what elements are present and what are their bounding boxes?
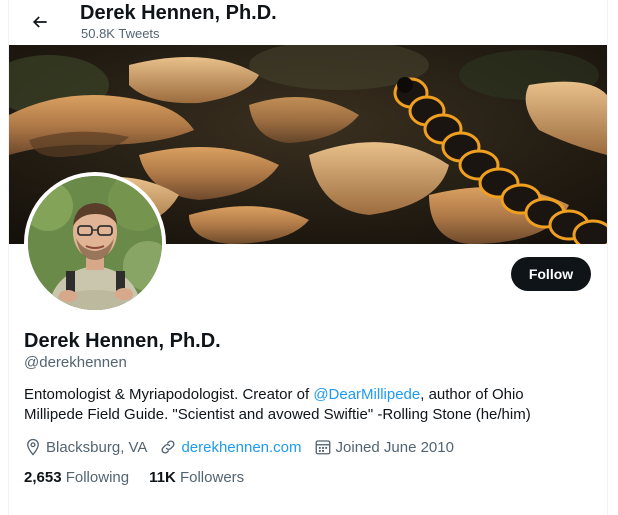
profile-header-bar: Derek Hennen, Ph.D. 50.8K Tweets [8,0,608,44]
avatar[interactable] [24,172,166,314]
profile-bio: Entomologist & Myriapodologist. Creator … [24,385,584,425]
followers-count: 11K [149,469,176,486]
header-title: Derek Hennen, Ph.D. [80,2,277,24]
website-link[interactable]: derekhennen.com [181,439,301,456]
profile-meta: Blacksburg, VA derekhennen.com Joined Ju… [24,437,466,457]
location-pin-icon [27,438,39,456]
website[interactable]: derekhennen.com [159,438,302,456]
bio-text: Entomologist & Myriapodologist. Creator … [24,386,314,403]
following-count: 2,653 [24,469,62,486]
link-icon [161,440,175,454]
following-link[interactable]: 2,653 Following [24,469,129,486]
arrow-left-icon [32,16,47,28]
followers-link[interactable]: 11K Followers [149,469,244,486]
join-date-text: Joined June 2010 [335,438,454,456]
follow-stats: 2,653 Following 11K Followers [24,469,264,486]
calendar-icon [315,440,330,455]
profile-name: Derek Hennen, Ph.D. [24,330,221,352]
avatar-photo [28,176,162,310]
following-label: Following [65,469,130,486]
tweet-count: 50.8K Tweets [81,26,160,41]
bio-mention-link[interactable]: @DearMillipede [313,386,420,403]
profile-handle: @derekhennen [24,354,127,371]
followers-label: Followers [179,469,245,486]
follow-button[interactable]: Follow [511,257,591,291]
location-text: Blacksburg, VA [46,438,148,456]
join-date: Joined June 2010 [314,438,454,456]
location: Blacksburg, VA [24,438,147,456]
back-button[interactable] [22,4,58,40]
